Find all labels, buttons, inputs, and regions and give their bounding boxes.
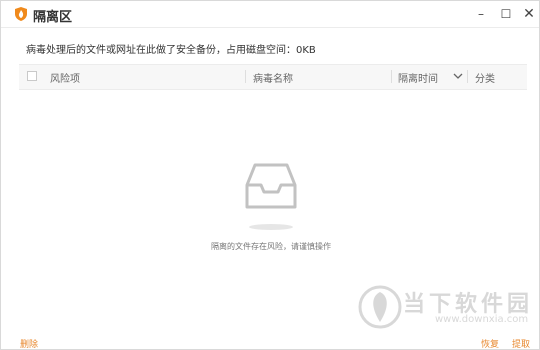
table-header: 风险项 病毒名称 隔离时间 分类 [19, 64, 527, 90]
restore-button[interactable]: 恢复 [481, 337, 499, 350]
chevron-down-icon[interactable] [452, 70, 464, 82]
column-header-quarantine-time[interactable]: 隔离时间 [398, 70, 438, 85]
column-divider [245, 70, 246, 83]
select-all-checkbox[interactable] [27, 71, 37, 81]
column-header-virus-name[interactable]: 病毒名称 [253, 70, 293, 85]
backup-info-text: 病毒处理后的文件或网址在此做了安全备份，占用磁盘空间：0KB [26, 45, 316, 56]
maximize-button[interactable]: ☐ [497, 5, 515, 23]
empty-state-message: 隔离的文件存在风险，请谨慎操作 [211, 242, 331, 251]
watermark: 当下软件园 www.downxia.com [357, 284, 529, 334]
watermark-url: www.downxia.com [435, 314, 529, 325]
column-divider [391, 70, 392, 83]
delete-button[interactable]: 删除 [20, 337, 38, 350]
extract-button[interactable]: 提取 [512, 337, 530, 350]
window-title: 隔离区 [33, 10, 73, 25]
column-header-category[interactable]: 分类 [475, 70, 495, 85]
title-bar: 隔离区 – ☐ ✕ [1, 1, 539, 28]
shield-logo-icon [15, 7, 27, 21]
close-button[interactable]: ✕ [520, 5, 538, 23]
column-divider [467, 70, 468, 83]
downxia-logo-icon [358, 285, 402, 329]
minimize-button[interactable]: – [472, 5, 490, 23]
empty-inbox-tray-icon [245, 163, 297, 230]
quarantine-window: 隔离区 – ☐ ✕ 病毒处理后的文件或网址在此做了安全备份，占用磁盘空间：0KB… [0, 0, 540, 350]
column-header-risk-item[interactable]: 风险项 [50, 70, 80, 85]
